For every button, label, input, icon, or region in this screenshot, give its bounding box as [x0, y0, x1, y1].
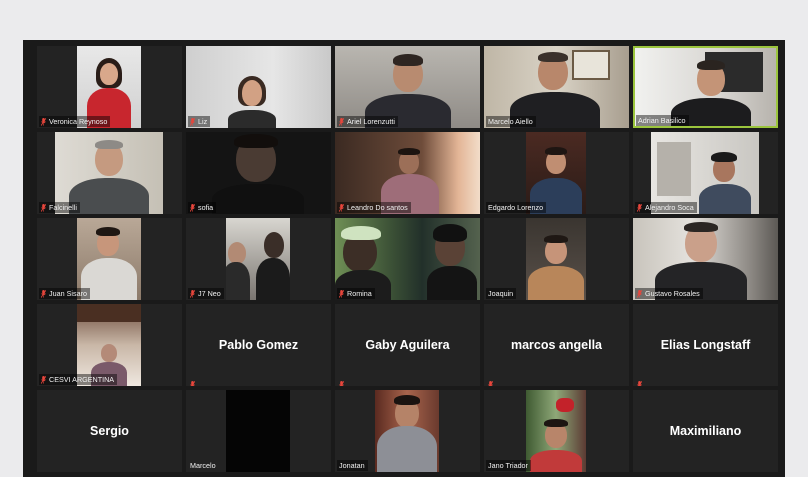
participant-tile-romina[interactable]: Romina: [335, 218, 480, 300]
participant-tile-juan-sisaro[interactable]: Juan Sisaro: [37, 218, 182, 300]
participant-tile-cesvi-argentina[interactable]: CESVI ARGENTINA: [37, 304, 182, 386]
microphone-muted-icon: [339, 117, 344, 126]
participant-video: [226, 218, 290, 300]
participant-name-label: J7 Neo: [188, 288, 224, 299]
participant-name-placeholder: Elias Longstaff: [660, 338, 751, 352]
participant-name-label: Juan Sisaro: [39, 288, 90, 299]
microphone-muted-icon: [41, 117, 46, 126]
microphone-muted-icon: [41, 375, 46, 384]
participant-name-placeholder: Gaby Aguilera: [365, 338, 450, 352]
participant-name-label: Veronica Reynoso: [39, 116, 111, 127]
participant-tile-jonatan[interactable]: Jonatan: [335, 390, 480, 472]
participant-tile-liz[interactable]: Liz: [186, 46, 331, 128]
microphone-muted-icon: [190, 117, 195, 126]
participant-tile-marcelo[interactable]: Marcelo: [186, 390, 331, 472]
microphone-muted-icon: [488, 376, 494, 386]
participant-video: [526, 390, 586, 472]
participant-name-label: Romina: [337, 288, 375, 299]
participant-name-label: CESVI ARGENTINA: [39, 374, 118, 385]
microphone-muted-icon: [190, 289, 195, 298]
participant-video: [526, 218, 586, 300]
participant-video: [226, 390, 290, 472]
participant-tile-gustavo-rosales[interactable]: Gustavo Rosales: [633, 218, 778, 300]
microphone-muted-icon: [637, 289, 642, 298]
participant-name-label: Joaquin: [486, 288, 517, 299]
participant-name-placeholder: marcos angella: [510, 338, 602, 352]
microphone-muted-icon: [41, 203, 46, 212]
microphone-muted-icon: [339, 289, 344, 298]
participant-name-label: Ariel Lorenzutti: [337, 116, 398, 127]
participant-tile-leandro-do-santos[interactable]: Leandro Do santos: [335, 132, 480, 214]
participant-name-label: Jano Triador: [486, 460, 531, 471]
participant-name-label: sofia: [188, 202, 217, 213]
microphone-muted-icon: [637, 376, 643, 386]
microphone-muted-icon: [41, 289, 46, 298]
participant-tile-j7-neo[interactable]: J7 Neo: [186, 218, 331, 300]
participant-name-label: Marcelo Aiello: [486, 116, 536, 127]
participant-name-placeholder: Maximiliano: [669, 424, 742, 438]
microphone-muted-icon: [339, 376, 345, 386]
microphone-muted-icon: [637, 203, 642, 212]
participant-tile-sergio[interactable]: Sergio: [37, 390, 182, 472]
participant-name-label: Falcinelli: [39, 202, 80, 213]
participant-name-placeholder: Pablo Gomez: [218, 338, 299, 352]
microphone-muted-icon: [190, 203, 195, 212]
participant-tile-sofia[interactable]: sofia: [186, 132, 331, 214]
participant-tile-edgardo-lorenzo[interactable]: Edgardo Lorenzo: [484, 132, 629, 214]
participant-video: [375, 390, 439, 472]
participant-tile-marcos-angella[interactable]: marcos angella: [484, 304, 629, 386]
participant-tile-marcelo-aiello[interactable]: Marcelo Aiello: [484, 46, 629, 128]
participant-name-label: Adrian Basilico: [636, 115, 689, 126]
participant-tile-gaby-aguilera[interactable]: Gaby Aguilera: [335, 304, 480, 386]
microphone-muted-icon: [339, 203, 344, 212]
participant-name-label: Jonatan: [337, 460, 368, 471]
participant-name-label: Marcelo: [190, 461, 216, 470]
participant-name-label: Liz: [188, 116, 211, 127]
participant-tile-falcinelli[interactable]: Falcinelli: [37, 132, 182, 214]
participant-name-label: Gustavo Rosales: [635, 288, 703, 299]
microphone-muted-icon: [190, 376, 196, 386]
participant-tile-pablo-gomez[interactable]: Pablo Gomez: [186, 304, 331, 386]
participant-name-placeholder: Sergio: [90, 424, 129, 438]
participant-tile-veronica-reynoso[interactable]: Veronica Reynoso: [37, 46, 182, 128]
participant-tile-maximiliano[interactable]: Maximiliano: [633, 390, 778, 472]
participant-name-label: Leandro Do santos: [337, 202, 411, 213]
participant-name-label: Edgardo Lorenzo: [486, 202, 547, 213]
participant-tile-ariel-lorenzutti[interactable]: Ariel Lorenzutti: [335, 46, 480, 128]
video-gallery: Veronica Reynoso Liz Ariel Lorenzutti Ma…: [23, 40, 785, 477]
participant-tile-elias-longstaff[interactable]: Elias Longstaff: [633, 304, 778, 386]
participant-tile-joaquin[interactable]: Joaquin: [484, 218, 629, 300]
participant-tile-alejandro-soca[interactable]: Alejandro Soca: [633, 132, 778, 214]
participant-name-label: Alejandro Soca: [635, 202, 697, 213]
participant-tile-jano-triador[interactable]: Jano Triador: [484, 390, 629, 472]
participant-tile-adrian-basilico[interactable]: Adrian Basilico: [633, 46, 778, 128]
